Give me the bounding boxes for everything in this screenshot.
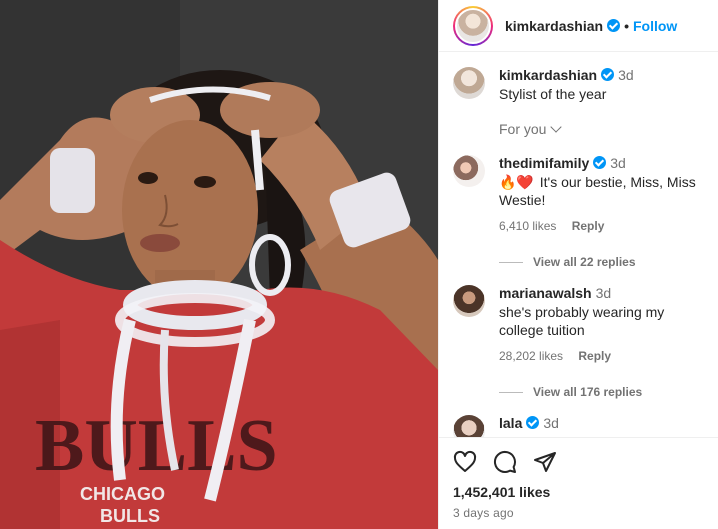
comment-item: lala 3d: [453, 415, 704, 437]
chevron-down-icon: [550, 121, 563, 133]
comment-emojis: 🔥❤️: [499, 174, 534, 190]
replies-divider: [499, 261, 523, 263]
reply-button[interactable]: Reply: [578, 349, 611, 363]
follow-button[interactable]: Follow: [633, 18, 677, 34]
comment-time: 3d: [595, 285, 612, 301]
caption-time: 3d: [618, 67, 634, 83]
shirt-text-bulls-small: BULLS: [100, 506, 160, 526]
caption: kimkardashian 3d Stylist of the year: [453, 67, 704, 103]
comment-time: 3d: [543, 415, 559, 431]
comment-time: 3d: [610, 155, 626, 171]
caption-username[interactable]: kimkardashian: [499, 67, 597, 83]
for-you-filter[interactable]: For you: [499, 121, 704, 137]
comment-meta: 28,202 likes Reply: [499, 349, 704, 363]
like-count[interactable]: 1,452,401 likes: [453, 484, 704, 500]
comment-username[interactable]: marianawalsh: [499, 285, 592, 301]
author-username[interactable]: kimkardashian: [505, 18, 603, 34]
caption-text: Stylist of the year: [499, 86, 607, 102]
photo-illustration: BULLS CHICAGO BULLS: [0, 0, 438, 529]
reply-button[interactable]: Reply: [572, 219, 605, 233]
comment-meta: 6,410 likes Reply: [499, 219, 704, 233]
comment-item: thedimifamily 3d 🔥❤️ It's our bestie, Mis…: [453, 155, 704, 233]
post-header: kimkardashian • Follow: [439, 0, 718, 52]
shirt-text-bulls: BULLS: [35, 405, 278, 487]
view-replies-label: View all 22 replies: [533, 255, 636, 269]
for-you-label: For you: [499, 121, 547, 137]
comment-avatar[interactable]: [453, 155, 485, 187]
verified-icon: [593, 156, 607, 169]
verified-icon: [607, 19, 621, 32]
comment-username[interactable]: thedimifamily: [499, 155, 589, 171]
verified-icon: [526, 416, 540, 429]
verified-icon: [601, 68, 615, 81]
replies-divider: [499, 391, 523, 393]
action-icons: [453, 450, 704, 474]
shirt-text-chicago: CHICAGO: [80, 484, 165, 504]
author-avatar[interactable]: [453, 5, 493, 46]
comment-item: marianawalsh 3d she's probably wearing my…: [453, 285, 704, 363]
view-replies-button[interactable]: View all 22 replies: [499, 255, 704, 269]
separator-dot: •: [624, 17, 629, 34]
comment-text: 🔥❤️ It's our bestie, Miss, Miss Westie!: [499, 173, 704, 209]
post-side-panel: kimkardashian • Follow kimkardashian 3d S…: [438, 0, 718, 529]
comment-likes[interactable]: 28,202 likes: [499, 349, 563, 363]
comment-avatar[interactable]: [453, 285, 485, 317]
comments-list[interactable]: kimkardashian 3d Stylist of the year For …: [439, 53, 718, 437]
comment-text: she's probably wearing my college tuitio…: [499, 304, 665, 338]
comment-likes[interactable]: 6,410 likes: [499, 219, 556, 233]
comment-icon[interactable]: [493, 450, 517, 474]
view-replies-label: View all 176 replies: [533, 385, 643, 399]
view-replies-button[interactable]: View all 176 replies: [499, 385, 704, 399]
caption-avatar[interactable]: [453, 67, 485, 99]
post-photo[interactable]: BULLS CHICAGO BULLS: [0, 0, 438, 529]
comment-username[interactable]: lala: [499, 415, 522, 431]
heart-icon[interactable]: [453, 450, 477, 474]
post-actions: 1,452,401 likes 3 days ago: [439, 437, 718, 529]
post-date: 3 days ago: [453, 506, 514, 520]
comment-avatar[interactable]: [453, 415, 485, 437]
share-icon[interactable]: [533, 450, 557, 474]
